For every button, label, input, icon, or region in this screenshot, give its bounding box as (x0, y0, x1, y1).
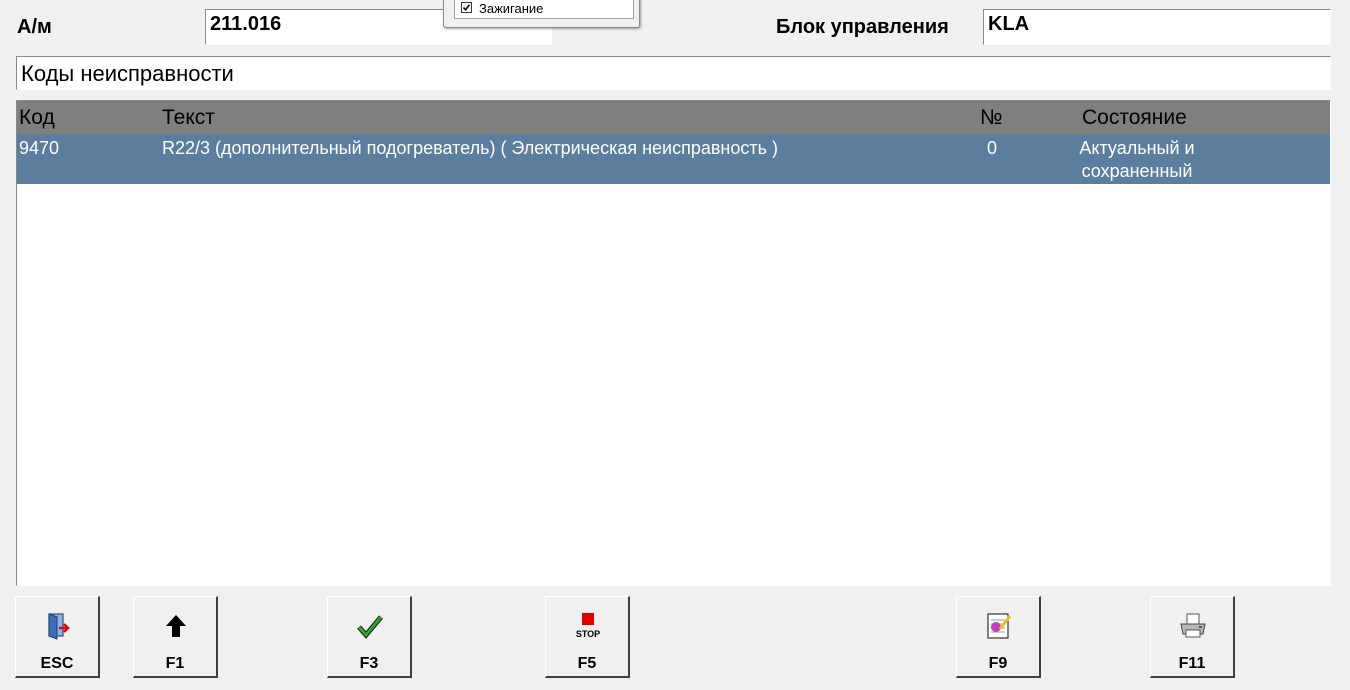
f1-key-label: F1 (165, 655, 185, 672)
ignition-label: Зажигание (479, 1, 544, 16)
f9-key-label: F9 (988, 655, 1008, 672)
f5-button[interactable]: STOP F5 (545, 596, 630, 678)
vehicle-label: А/м (17, 16, 52, 38)
column-header-text[interactable]: Текст (162, 106, 215, 130)
fault-codes-table[interactable]: Код Текст № Состояние 9470 R22/3 (дополн… (16, 100, 1331, 586)
f3-key-label: F3 (359, 655, 379, 672)
row-text: R22/3 (дополнительный подогреватель) ( Э… (162, 138, 778, 158)
f5-key-label: F5 (577, 655, 597, 672)
f3-button[interactable]: F3 (327, 596, 412, 678)
row-state-line2: сохраненный (1081, 161, 1193, 181)
row-number: 0 (987, 138, 998, 158)
control-unit-label: Блок управления (776, 16, 949, 38)
stop-icon: STOP (576, 613, 600, 639)
arrow-up-icon (166, 615, 186, 637)
printer-icon (1180, 613, 1206, 638)
ignition-checkbox[interactable] (461, 2, 472, 13)
checkmark-icon (357, 615, 383, 639)
esc-key-label: ESC (40, 655, 74, 672)
control-unit-field[interactable]: KLA (983, 9, 1331, 45)
table-header: Код Текст № Состояние (17, 101, 1330, 134)
table-row[interactable]: 9470 R22/3 (дополнительный подогреватель… (17, 134, 1330, 184)
f1-button[interactable]: F1 (133, 596, 218, 678)
row-code: 9470 (19, 138, 60, 158)
stop-icon-text: STOP (576, 629, 600, 639)
f11-key-label: F11 (1178, 655, 1206, 672)
ignition-popup: Зажигание (443, 0, 640, 28)
notepad-icon (987, 613, 1012, 639)
checkmark-small-icon (462, 4, 471, 12)
f11-button[interactable]: F11 (1150, 596, 1235, 678)
f9-button[interactable]: F9 (956, 596, 1041, 678)
row-state-line1: Актуальный и (1079, 138, 1195, 158)
column-header-code[interactable]: Код (19, 106, 55, 130)
column-header-state[interactable]: Состояние (1082, 106, 1187, 130)
section-title: Коды неисправности (16, 56, 1331, 90)
esc-button[interactable]: ESC (15, 596, 100, 678)
column-header-number[interactable]: № (980, 106, 1003, 130)
exit-door-icon (48, 613, 70, 640)
ignition-option[interactable]: Зажигание (454, 0, 634, 19)
